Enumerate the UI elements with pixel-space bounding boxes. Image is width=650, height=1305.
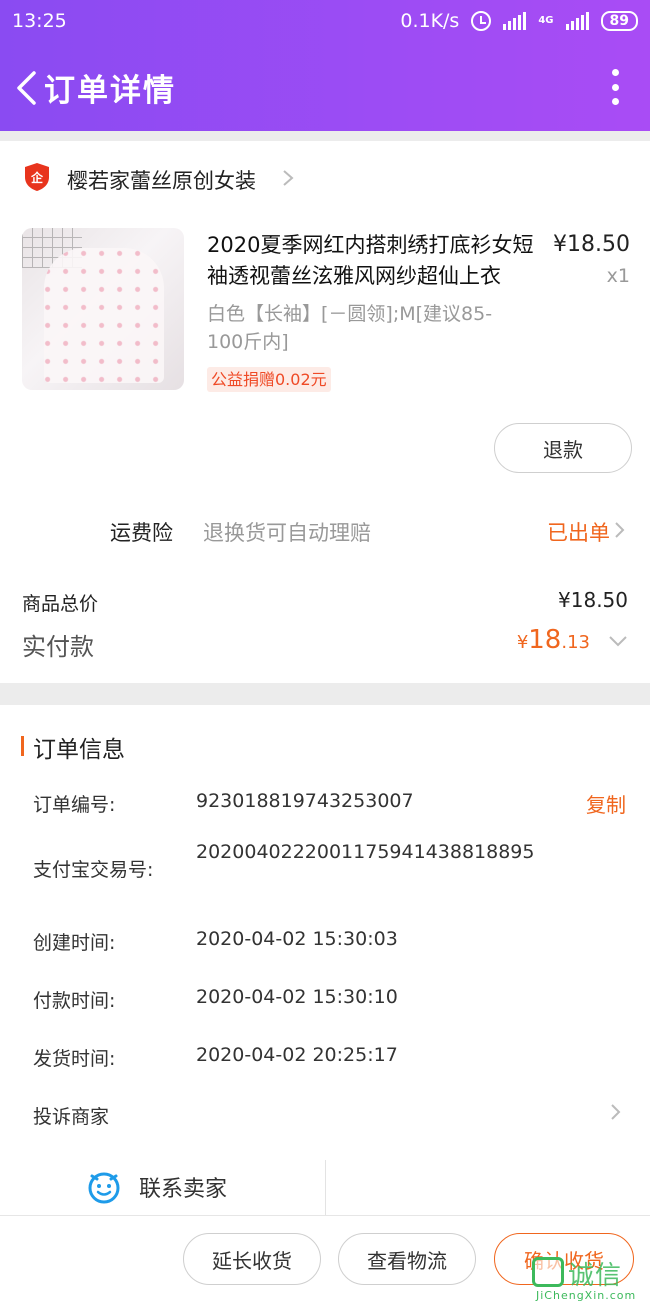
created-time-label: 创建时间: — [33, 932, 116, 954]
status-time: 13:25 — [12, 10, 67, 32]
more-menu-icon[interactable] — [610, 69, 620, 105]
shipped-time-value: 2020-04-02 20:25:17 — [196, 1044, 398, 1066]
paid-amount-value: ¥18.13 — [517, 625, 590, 655]
svg-text:企: 企 — [30, 170, 44, 185]
insurance-description: 退换货可自动理赔 — [203, 521, 371, 545]
charity-badge: 公益捐赠0.02元 — [207, 367, 331, 392]
back-arrow-icon[interactable] — [14, 71, 40, 105]
paid-time-label: 付款时间: — [33, 990, 116, 1012]
shop-name[interactable]: 樱若家蕾丝原创女装 — [67, 165, 256, 195]
paid-amount-label: 实付款 — [22, 633, 94, 661]
paid-currency: ¥ — [516, 632, 529, 653]
order-info-card: 订单信息 订单编号: 923018819743253007 复制 支付宝交易号:… — [0, 705, 650, 1215]
paid-decimal: .13 — [561, 632, 590, 653]
divider — [325, 1160, 326, 1215]
status-indicators: 0.1K/s 4G 89 — [400, 10, 638, 32]
product-price: ¥18.50 — [553, 232, 630, 257]
chevron-right-icon[interactable] — [609, 1103, 622, 1121]
page-title: 订单详情 — [44, 73, 176, 109]
chevron-down-icon[interactable] — [608, 635, 628, 647]
product-image[interactable] — [22, 228, 184, 390]
product-title[interactable]: 2020夏季网红内搭刺绣打底衫女短袖透视蕾丝泫雅风网纱超仙上衣 — [207, 230, 537, 292]
alipay-trade-label: 支付宝交易号: — [33, 859, 154, 881]
app-header: 13:25 0.1K/s 4G 89 订单详情 — [0, 0, 650, 131]
contact-seller-button[interactable]: 联系卖家 — [87, 1170, 227, 1204]
insurance-label: 运费险 — [110, 521, 173, 545]
signal-icon-2 — [565, 12, 589, 30]
copy-button[interactable]: 复制 — [586, 789, 626, 818]
contact-seller-label: 联系卖家 — [139, 1177, 228, 1202]
watermark-url: JiChengXin.com — [536, 1289, 637, 1302]
section-title: 订单信息 — [33, 737, 125, 763]
extend-receipt-button[interactable]: 延长收货 — [183, 1233, 321, 1285]
status-bar: 13:25 0.1K/s 4G 89 — [0, 0, 650, 44]
watermark-text: 诚信 — [568, 1261, 623, 1291]
goods-total-value: ¥18.50 — [558, 588, 628, 612]
complain-seller-link[interactable]: 投诉商家 — [33, 1102, 109, 1129]
order-number-label: 订单编号: — [33, 794, 116, 816]
chevron-right-icon[interactable] — [281, 169, 295, 187]
shield-enterprise-icon: 企 — [25, 163, 49, 191]
signal-icon — [503, 12, 527, 30]
image-shirt — [44, 248, 164, 383]
alarm-icon — [471, 11, 492, 31]
created-time-value: 2020-04-02 15:30:03 — [196, 928, 398, 950]
shipped-time-label: 发货时间: — [33, 1048, 116, 1070]
view-logistics-button[interactable]: 查看物流 — [338, 1233, 476, 1285]
order-product-card: 企 樱若家蕾丝原创女装 2020夏季网红内搭刺绣打底衫女短袖透视蕾丝泫雅风网纱超… — [0, 141, 650, 683]
refund-button[interactable]: 退款 — [494, 423, 632, 473]
battery-indicator: 89 — [600, 11, 638, 31]
nav-bar: 订单详情 — [0, 55, 650, 119]
goods-total-label: 商品总价 — [22, 593, 99, 615]
net-speed: 0.1K/s — [400, 10, 460, 32]
product-quantity: x1 — [606, 265, 630, 287]
section-accent-bar — [21, 736, 24, 756]
paid-time-value: 2020-04-02 15:30:10 — [196, 986, 398, 1008]
paid-integer: 18 — [528, 625, 562, 655]
product-spec: 白色【长袖】[－圆领];M[建议85-100斤内] — [207, 303, 493, 353]
chat-face-icon — [88, 1172, 120, 1204]
network-type: 4G — [538, 15, 554, 26]
insurance-status[interactable]: 已出单 — [547, 517, 610, 547]
watermark-logo-icon — [532, 1257, 564, 1287]
watermark: 诚信 JiChengXin.com — [532, 1255, 650, 1305]
chevron-right-icon[interactable] — [613, 521, 626, 539]
alipay-trade-value: 2020040222001175941438818895 — [196, 841, 535, 863]
order-number-value: 923018819743253007 — [196, 790, 414, 812]
